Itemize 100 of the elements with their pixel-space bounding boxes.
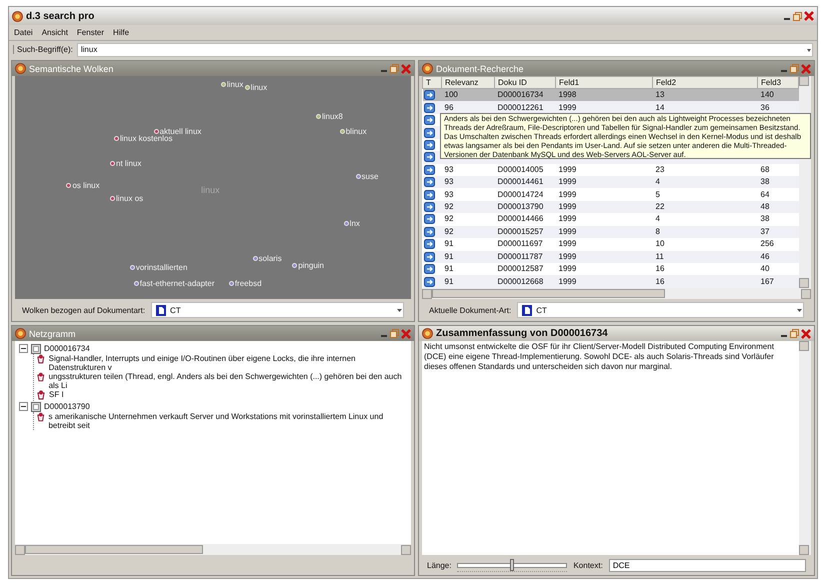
document-link-icon[interactable]	[424, 190, 434, 200]
search-field[interactable]: linux	[76, 42, 813, 56]
cloud-term[interactable]: os linux	[72, 180, 100, 190]
term-dot[interactable]	[340, 129, 345, 134]
cloud-term[interactable]: nt linux	[116, 158, 142, 168]
menu-item[interactable]: Hilfe	[113, 28, 130, 37]
table-cell[interactable]: 93	[442, 188, 494, 201]
tree-node[interactable]: ungsstrukturen teilen (Thread, engl. Anders als bei den Schwergewichten (...) gehören bei den auch als Li	[48, 372, 407, 390]
close-icon[interactable]	[801, 328, 811, 338]
term-dot[interactable]	[252, 256, 258, 262]
table-cell[interactable]: 1999	[556, 226, 652, 238]
table-cell[interactable]: D000014724	[494, 188, 556, 201]
table-cell[interactable]: 93	[442, 176, 494, 188]
tree-node[interactable]: D000013790	[44, 402, 90, 411]
cloud-term[interactable]: fast-ethernet-adapter	[140, 278, 215, 288]
cloud-term[interactable]: suse	[362, 172, 378, 181]
cloud-term[interactable]: linux kostenlos	[120, 134, 172, 143]
dropdown-arrow-icon[interactable]	[396, 306, 403, 314]
table-cell[interactable]: 1999	[556, 213, 652, 226]
table-cell[interactable]: 92	[442, 213, 494, 226]
table-cell[interactable]: D000011787	[494, 250, 556, 263]
document-link-icon[interactable]	[424, 115, 434, 126]
document-link-icon[interactable]	[424, 152, 434, 162]
table-cell[interactable]: 256	[758, 238, 798, 251]
table-cell[interactable]: 23	[652, 164, 758, 176]
table-cell[interactable]: 36	[758, 101, 798, 114]
length-slider[interactable]	[457, 558, 568, 572]
menu-item[interactable]: Datei	[14, 28, 33, 37]
table-cell[interactable]: 1999	[556, 250, 652, 263]
document-link-icon[interactable]	[424, 239, 434, 250]
table-cell[interactable]: D000014466	[494, 213, 556, 226]
document-link-icon[interactable]	[424, 276, 434, 287]
cloud-term[interactable]: linux8	[322, 112, 343, 121]
document-link-icon[interactable]	[424, 128, 434, 138]
table-cell[interactable]: 16	[652, 262, 758, 276]
cloud-term[interactable]: vorinstallierten	[136, 263, 188, 272]
document-link-icon[interactable]	[424, 140, 434, 150]
close-icon[interactable]	[804, 11, 814, 21]
table-cell[interactable]: 91	[442, 262, 494, 276]
term-dot[interactable]	[220, 82, 226, 88]
table-cell[interactable]: 64	[758, 188, 798, 201]
document-link-icon[interactable]	[424, 164, 434, 175]
term-dot[interactable]	[110, 196, 116, 202]
column-header[interactable]: Feld1	[556, 76, 652, 88]
table-cell[interactable]: D000012587	[494, 262, 556, 276]
table-cell[interactable]: 4	[652, 213, 758, 226]
cloud-term[interactable]: lnx	[350, 218, 360, 228]
table-cell[interactable]: 93	[442, 164, 494, 176]
table-cell[interactable]: 38	[758, 213, 798, 226]
term-dot[interactable]	[134, 280, 139, 286]
document-link-icon[interactable]	[424, 252, 434, 262]
document-link-icon[interactable]	[424, 214, 434, 224]
table-cell[interactable]: 1998	[556, 88, 652, 102]
table-cell[interactable]: 1999	[556, 238, 652, 251]
column-header[interactable]: Relevanz	[442, 76, 494, 88]
tree-node[interactable]: s amerikanische Unternehmen verkauft Server und Workstations mit vorinstalliertem Linux und betreibt seit	[48, 412, 407, 430]
column-header[interactable]: Feld3	[758, 76, 798, 88]
tree-node[interactable]: SF I	[49, 390, 64, 399]
table-cell[interactable]: D000012668	[494, 275, 556, 288]
term-dot[interactable]	[114, 136, 119, 141]
horizontal-scrollbar[interactable]	[422, 288, 811, 299]
term-dot[interactable]	[130, 265, 135, 270]
table-cell[interactable]: 38	[758, 176, 798, 188]
cloud-term[interactable]: freebsd	[234, 278, 262, 288]
table-cell[interactable]: 13	[652, 88, 758, 102]
column-header[interactable]: Feld2	[652, 76, 758, 88]
table-cell[interactable]: 1999	[556, 164, 652, 176]
table-cell[interactable]: 140	[758, 88, 798, 102]
document-link-icon[interactable]	[424, 264, 434, 274]
term-dot[interactable]	[292, 263, 298, 268]
table-cell[interactable]: 37	[758, 226, 798, 238]
restore-icon[interactable]	[790, 64, 799, 73]
term-dot[interactable]	[110, 160, 116, 166]
term-dot[interactable]	[316, 114, 321, 119]
table-cell[interactable]: 11	[652, 250, 758, 263]
table-cell[interactable]: 1999	[556, 262, 652, 276]
table-cell[interactable]: D000016734	[494, 88, 556, 102]
document-link-icon[interactable]	[424, 202, 434, 212]
table-cell[interactable]: D000013790	[494, 200, 556, 214]
cloud-term[interactable]: pinguin	[298, 261, 324, 270]
table-cell[interactable]: 92	[442, 200, 494, 214]
table-cell[interactable]: D000011697	[494, 238, 556, 251]
context-field[interactable]: DCE	[608, 558, 806, 572]
term-dot[interactable]	[344, 220, 349, 226]
table-cell[interactable]: 91	[442, 275, 494, 288]
document-link-icon[interactable]	[424, 102, 434, 113]
table-cell[interactable]: D000014005	[494, 164, 556, 176]
table-cell[interactable]: 1999	[556, 200, 652, 214]
table-cell[interactable]: 5	[652, 188, 758, 201]
menu-item[interactable]: Fenster	[76, 28, 104, 37]
table-cell[interactable]: 40	[758, 262, 798, 276]
cloud-term[interactable]: linux	[250, 82, 268, 92]
table-cell[interactable]: 4	[652, 176, 758, 188]
table-cell[interactable]: 14	[652, 101, 758, 114]
document-link-icon[interactable]	[424, 90, 434, 100]
column-header[interactable]: T	[422, 76, 442, 88]
table-cell[interactable]: 96	[442, 101, 494, 114]
vertical-scrollbar[interactable]	[799, 341, 811, 555]
document-link-icon[interactable]	[424, 177, 434, 188]
table-cell[interactable]: 1999	[556, 101, 652, 114]
